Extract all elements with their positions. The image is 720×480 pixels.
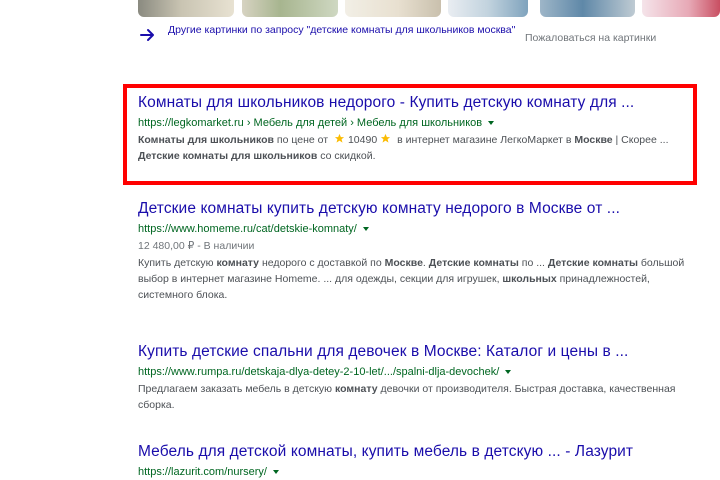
result-url-text[interactable]: https://www.rumpa.ru/detskaja-dlya-detey… (138, 364, 499, 380)
snippet-bold: комнату (216, 257, 260, 269)
result-url-text[interactable]: https://lazurit.com/nursery/ (138, 464, 267, 480)
snippet-text: Предлагаем заказать мебель в детскую (138, 383, 335, 395)
image-thumbnail[interactable] (242, 0, 338, 17)
more-images-text[interactable]: Другие картинки по запросу "детские комн… (168, 22, 528, 38)
snippet-text: по ... (518, 257, 548, 269)
arrow-right-icon (140, 29, 154, 41)
snippet-text: Купить детскую (138, 257, 217, 269)
result-url: https://www.rumpa.ru/detskaja-dlya-detey… (138, 364, 698, 380)
result-url: https://www.homeme.ru/cat/detskie-komnat… (138, 221, 698, 237)
result-title-link[interactable]: Детские комнаты купить детскую комнату н… (138, 199, 698, 219)
image-thumbnail[interactable] (345, 0, 441, 17)
result-url-text[interactable]: https://www.homeme.ru/cat/detskie-komnat… (138, 221, 357, 237)
image-thumbnail[interactable] (642, 0, 720, 17)
highlight-box (123, 84, 697, 185)
more-images-link[interactable]: Другие картинки по запросу "детские комн… (140, 22, 540, 42)
image-thumbnails-strip (0, 0, 720, 18)
image-thumbnail[interactable] (138, 0, 234, 17)
result-snippet: Предлагаем заказать мебель в детскую ком… (138, 381, 698, 413)
result-title-link[interactable]: Мебель для детской комнаты, купить мебел… (138, 442, 698, 462)
result-snippet: Купить детскую комнату недорого с достав… (138, 255, 698, 303)
search-result: Мебель для детской комнаты, купить мебел… (138, 442, 698, 480)
result-price-availability: 12 480,00 ₽ - В наличии (138, 240, 255, 252)
snippet-text: недорого с доставкой по (259, 257, 385, 269)
chevron-down-icon[interactable] (505, 370, 512, 374)
snippet-bold: школьных (502, 273, 557, 285)
result-title-link[interactable]: Купить детские спальни для девочек в Мос… (138, 342, 698, 362)
report-images-link[interactable]: Пожаловаться на картинки (525, 32, 656, 44)
result-url: https://lazurit.com/nursery/ (138, 464, 698, 480)
image-thumbnail[interactable] (540, 0, 635, 17)
snippet-bold: Детские комнаты (428, 257, 519, 269)
snippet-bold: Детские комнаты (547, 257, 638, 269)
snippet-bold: Москве (384, 257, 423, 269)
snippet-bold: комнату (334, 383, 378, 395)
search-result: Детские комнаты купить детскую комнату н… (138, 199, 698, 303)
image-thumbnail[interactable] (448, 0, 528, 17)
chevron-down-icon[interactable] (273, 470, 279, 474)
chevron-down-icon[interactable] (362, 227, 369, 231)
search-result: Купить детские спальни для девочек в Мос… (138, 342, 698, 413)
